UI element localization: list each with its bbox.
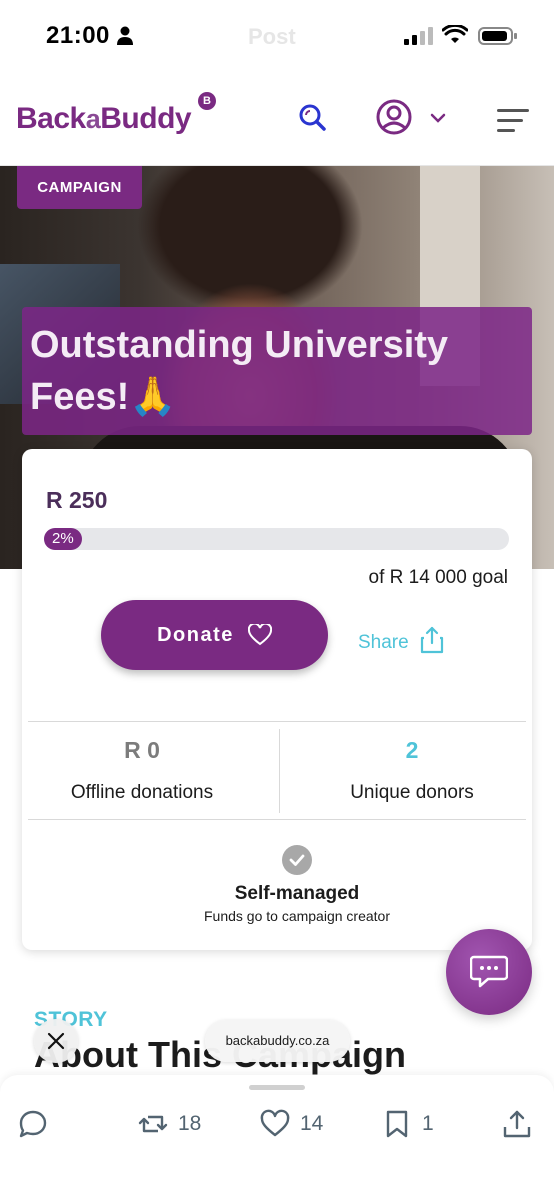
chevron-down-icon[interactable] [430,112,446,124]
offline-donations-value: R 0 [124,737,160,763]
chat-button[interactable] [446,929,532,1015]
self-managed-title: Self-managed [234,883,360,904]
donate-button[interactable]: Donate [101,600,328,670]
drag-handle[interactable] [249,1085,305,1090]
share-icon [420,626,443,654]
campaign-title-box: Outstanding University Fees!🙏 [22,307,532,435]
share-button[interactable]: Share [358,626,445,654]
reply-icon [19,1110,47,1138]
goal-amount: of R 14 000 goal [368,567,508,588]
logo-badge: B [198,92,216,110]
self-managed-subtitle: Funds go to campaign creator [204,908,390,924]
person-icon [117,26,133,45]
url-pill[interactable]: backabuddy.co.za [205,1020,350,1062]
logo-text-buddy: Buddy [100,102,192,135]
share-icon [503,1110,531,1138]
site-header: BackaBuddy B [0,74,554,166]
close-icon [47,1032,65,1050]
like-button[interactable]: 14 [260,1109,323,1139]
campaign-badge: CAMPAIGN [17,166,142,209]
divider [28,721,526,722]
heart-icon [247,624,272,646]
progress-fill: 2% [44,528,82,550]
close-browser-button[interactable] [34,1019,78,1063]
progress-percent: 2% [52,530,74,547]
divider-vertical [279,729,280,813]
donate-label: Donate [157,623,234,646]
chat-icon [470,955,508,988]
check-circle-icon [282,845,312,875]
donation-card: R 250 2% of R 14 000 goal Donate Share R… [22,449,532,950]
heart-icon [260,1109,290,1137]
bottom-action-bar: 18 14 1 [0,1075,554,1199]
repost-button[interactable]: 18 [138,1109,201,1139]
logo-text-a: a [85,104,101,134]
repost-icon [138,1115,168,1133]
offline-donations-label: Offline donations [70,782,214,803]
reply-button[interactable] [18,1109,58,1139]
bookmark-button[interactable]: 1 [382,1109,434,1139]
backabuddy-logo[interactable]: BackaBuddy [16,102,192,136]
unique-donors-label: Unique donors [350,782,474,803]
status-time: 21:00 [46,22,110,49]
search-icon[interactable] [297,102,327,132]
status-bar: 21:00 Post [0,0,554,74]
amount-raised: R 250 [46,487,108,513]
status-center-title: Post [248,24,296,49]
like-count: 14 [300,1112,324,1135]
share-label: Share [358,632,409,653]
progress-bar: 2% [44,528,509,550]
bookmark-count: 1 [422,1112,434,1135]
bookmark-icon [386,1110,408,1138]
share-post-button[interactable] [502,1109,532,1139]
unique-donors-value: 2 [405,737,419,763]
cellular-signal-icon [404,27,433,45]
battery-icon [478,27,517,45]
user-circle-icon[interactable] [375,98,413,136]
logo-text-back: Back [16,102,86,135]
hamburger-icon[interactable] [497,108,531,134]
divider [28,819,526,820]
wifi-icon [442,25,468,43]
repost-count: 18 [178,1112,202,1135]
campaign-title: Outstanding University Fees!🙏 [30,324,449,418]
